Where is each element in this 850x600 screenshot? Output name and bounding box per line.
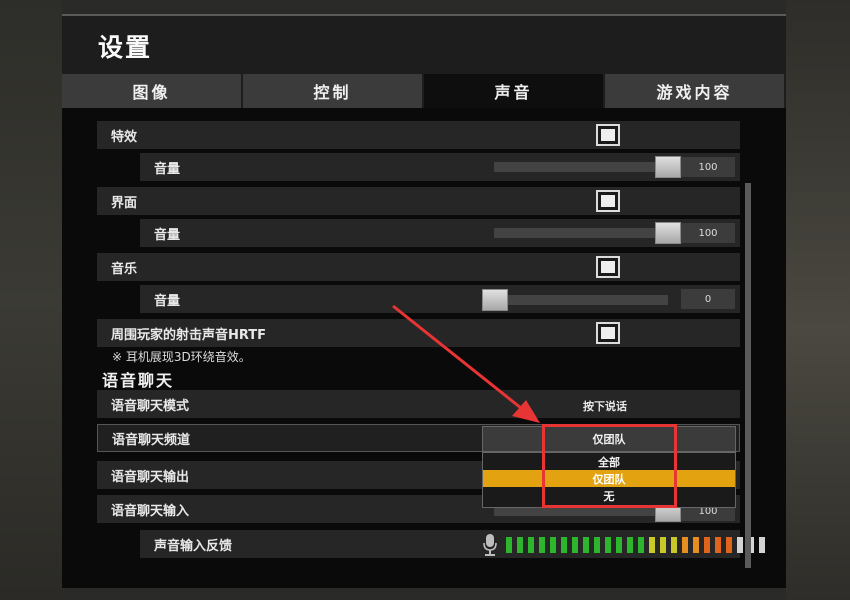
scrollbar[interactable] bbox=[745, 183, 751, 568]
meter-bar bbox=[660, 537, 666, 553]
meter-bar bbox=[572, 537, 578, 553]
page-title: 设置 bbox=[98, 33, 153, 62]
microphone-icon bbox=[483, 534, 497, 556]
music-volume-slider[interactable] bbox=[482, 289, 508, 311]
effects-volume-label: 音量 bbox=[154, 161, 181, 177]
music-row: 音乐 bbox=[97, 253, 740, 281]
hrtf-label: 周围玩家的射击声音HRTF bbox=[111, 327, 267, 343]
meter-bar bbox=[759, 537, 765, 553]
meter-bar bbox=[627, 537, 633, 553]
hrtf-checkbox[interactable] bbox=[596, 322, 620, 344]
meter-bar bbox=[693, 537, 699, 553]
meter-bar bbox=[715, 537, 721, 553]
ui-volume-value[interactable]: 100 bbox=[681, 223, 735, 243]
meter-bar bbox=[616, 537, 622, 553]
effects-volume-value[interactable]: 100 bbox=[681, 157, 735, 177]
ui-label: 界面 bbox=[111, 195, 138, 211]
meter-bar bbox=[704, 537, 710, 553]
meter-bar bbox=[550, 537, 556, 553]
meter-bar bbox=[649, 537, 655, 553]
meter-bar bbox=[682, 537, 688, 553]
effects-checkbox[interactable] bbox=[596, 124, 620, 146]
meter-bar bbox=[561, 537, 567, 553]
voice-chat-input-label: 语音聊天输入 bbox=[111, 503, 190, 519]
ui-volume-label: 音量 bbox=[154, 227, 181, 243]
effects-row: 特效 bbox=[97, 121, 740, 149]
voice-chat-mode-label: 语音聊天模式 bbox=[111, 398, 190, 414]
meter-bar bbox=[594, 537, 600, 553]
voice-chat-section-title: 语音聊天 bbox=[102, 371, 175, 390]
hrtf-row: 周围玩家的射击声音HRTF bbox=[97, 319, 740, 347]
voice-chat-mode-row: 语音聊天模式 bbox=[97, 390, 740, 418]
hrtf-note: ※ 耳机展现3D环绕音效。 bbox=[112, 350, 251, 364]
tab-sound[interactable]: 声音 bbox=[424, 74, 605, 108]
music-label: 音乐 bbox=[111, 261, 138, 277]
meter-bar bbox=[528, 537, 534, 553]
tab-bar: 图像 控制 声音 游戏内容 bbox=[62, 74, 786, 108]
music-volume-value[interactable]: 0 bbox=[681, 289, 735, 309]
highlight-box bbox=[542, 424, 677, 508]
voice-chat-output-label: 语音聊天输出 bbox=[111, 469, 190, 485]
ui-row: 界面 bbox=[97, 187, 740, 215]
effects-volume-track[interactable] bbox=[494, 162, 668, 172]
music-volume-track[interactable] bbox=[494, 295, 668, 305]
voice-chat-mode-value[interactable]: 按下说话 bbox=[583, 398, 627, 414]
voice-feedback-label: 声音输入反馈 bbox=[154, 538, 233, 554]
meter-bar bbox=[671, 537, 677, 553]
input-level-meter bbox=[506, 537, 765, 553]
meter-bar bbox=[517, 537, 523, 553]
meter-bar bbox=[539, 537, 545, 553]
meter-bar bbox=[737, 537, 743, 553]
music-checkbox[interactable] bbox=[596, 256, 620, 278]
background-right bbox=[786, 0, 850, 600]
voice-chat-channel-label: 语音聊天频道 bbox=[112, 432, 191, 448]
meter-bar bbox=[583, 537, 589, 553]
tab-graphics[interactable]: 图像 bbox=[62, 74, 243, 108]
panel-top-border bbox=[62, 14, 786, 16]
background-left bbox=[0, 0, 62, 600]
music-volume-label: 音量 bbox=[154, 293, 181, 309]
meter-bar bbox=[638, 537, 644, 553]
effects-label: 特效 bbox=[111, 129, 138, 145]
ui-volume-track[interactable] bbox=[494, 228, 668, 238]
ui-volume-slider[interactable] bbox=[655, 222, 681, 244]
effects-volume-slider[interactable] bbox=[655, 156, 681, 178]
meter-bar bbox=[506, 537, 512, 553]
tab-controls[interactable]: 控制 bbox=[243, 74, 424, 108]
ui-checkbox[interactable] bbox=[596, 190, 620, 212]
tab-game-content[interactable]: 游戏内容 bbox=[605, 74, 786, 108]
meter-bar bbox=[605, 537, 611, 553]
meter-bar bbox=[726, 537, 732, 553]
